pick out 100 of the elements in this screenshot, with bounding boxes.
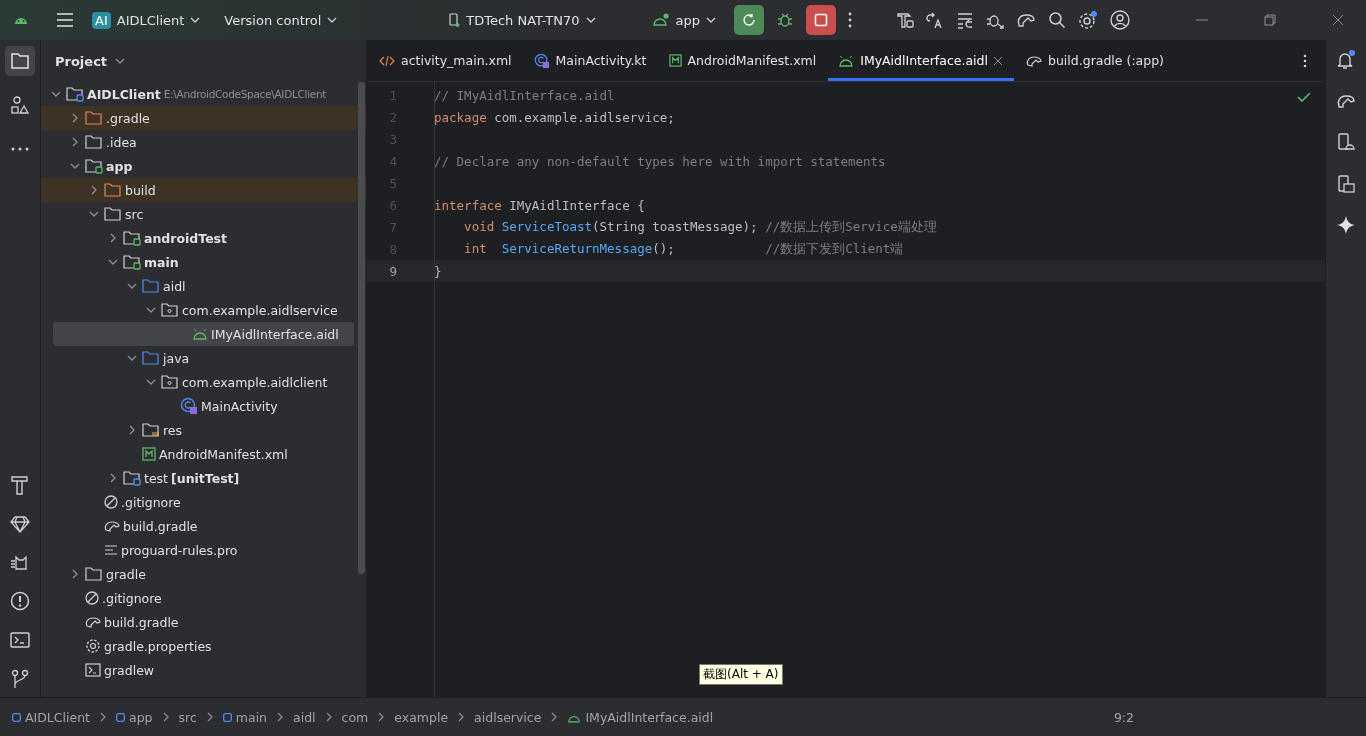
chevron-icon[interactable] (70, 137, 80, 147)
run-config-dropdown[interactable]: app (645, 8, 722, 32)
tree-label: src (125, 206, 144, 222)
chevron-icon[interactable] (108, 257, 118, 267)
chevron-icon[interactable] (146, 305, 156, 315)
tree-item[interactable]: AndroidManifest.xml (41, 442, 366, 466)
close-icon[interactable] (1332, 14, 1344, 26)
tree-item[interactable]: gradlew (41, 658, 366, 682)
folder-icon (142, 350, 160, 366)
tree-item[interactable]: .idea (41, 130, 366, 154)
chevron-icon (325, 712, 332, 722)
search-icon[interactable] (1048, 11, 1066, 29)
tree-item[interactable]: gradle.properties (41, 634, 366, 658)
translate-icon[interactable] (926, 11, 944, 29)
tree-item[interactable]: build.gradle (41, 514, 366, 538)
settings-icon[interactable] (1078, 10, 1098, 30)
tree-item[interactable]: app (41, 154, 366, 178)
tree-item[interactable]: main (41, 250, 366, 274)
editor-tab[interactable]: MainActivity.kt (533, 40, 669, 81)
breadcrumb[interactable]: IMyAidlInterface.aidl (567, 709, 714, 725)
tree-item[interactable]: MainActivity (41, 394, 366, 418)
close-icon[interactable] (994, 56, 1002, 65)
sparkle-icon[interactable] (1337, 216, 1355, 234)
breadcrumb[interactable]: AIDLClient (12, 709, 90, 725)
terminal-icon[interactable] (10, 631, 30, 649)
cat-icon[interactable] (10, 553, 30, 571)
tree-item[interactable]: build (41, 178, 366, 202)
tree-item[interactable]: res (41, 418, 366, 442)
chevron-icon[interactable] (70, 569, 80, 579)
tree-label: build.gradle (104, 614, 179, 630)
code-line: void ServiceToast(String toastMessage); //数据上传到Service端处理 (463, 218, 937, 236)
breadcrumb[interactable]: aidlservice (474, 709, 542, 725)
warning-icon[interactable] (10, 591, 30, 611)
chevron-icon[interactable] (127, 425, 137, 435)
chevron-icon[interactable] (146, 377, 156, 387)
folder-icon[interactable] (5, 46, 35, 76)
chevron-icon[interactable] (108, 233, 118, 243)
tree-item[interactable]: .gitignore (41, 586, 366, 610)
stop-button[interactable] (806, 5, 836, 35)
tree-item[interactable]: gradle (41, 562, 366, 586)
chevron-icon[interactable] (51, 89, 61, 99)
tree-label: com.example.aidlclient (182, 374, 328, 390)
branch-icon[interactable] (11, 669, 29, 689)
folder-icon (85, 566, 103, 582)
chevron-icon[interactable] (108, 473, 118, 483)
tree-item[interactable]: src (41, 202, 366, 226)
tree-item[interactable]: .gitignore (41, 490, 366, 514)
tree-item[interactable]: java (41, 346, 366, 370)
tree-item[interactable]: AIDLClient E:\AndroidCodeSpace\AIDLClient (41, 82, 366, 106)
hammer-icon[interactable] (896, 11, 914, 29)
tree-item[interactable]: .gradle (41, 106, 366, 130)
folder-icon (66, 86, 84, 102)
code-line: package com.example.aidlservice; (434, 109, 675, 125)
chevron-icon[interactable] (89, 185, 99, 195)
breadcrumb[interactable]: app (116, 709, 153, 725)
tree-item[interactable]: test [unitTest] (41, 466, 366, 490)
tree-item[interactable]: com.example.aidlclient (41, 370, 366, 394)
chevron-icon[interactable] (127, 353, 137, 363)
device-icon[interactable] (1337, 132, 1355, 152)
breadcrumb[interactable]: aidl (293, 709, 316, 725)
tree-item[interactable]: IMyAidlInterface.aidl (53, 322, 354, 346)
tree-item[interactable]: androidTest (41, 226, 366, 250)
editor-tab[interactable]: IMyAidlInterface.aidl (828, 40, 1014, 81)
breadcrumb[interactable]: src (178, 709, 197, 725)
editor-tab[interactable]: activity_main.xml (379, 40, 534, 81)
tree-item[interactable]: build.gradle (41, 610, 366, 634)
chevron-icon[interactable] (70, 161, 80, 171)
breadcrumb[interactable]: com (341, 709, 369, 725)
scrollbar[interactable] (358, 82, 365, 574)
class-icon (180, 397, 198, 415)
tree-item[interactable]: aidl (41, 274, 366, 298)
list-icon[interactable] (956, 11, 974, 29)
check-icon (1297, 92, 1311, 102)
menu-icon[interactable] (56, 13, 74, 27)
chevron-icon[interactable] (70, 113, 80, 123)
tree-item[interactable]: proguard-rules.pro (41, 538, 366, 562)
caret-position[interactable]: 9:2 (1113, 709, 1134, 725)
editor-tab[interactable]: build.gradle (:app) (1026, 40, 1186, 81)
bug-icon[interactable] (776, 11, 794, 29)
device-dropdown[interactable]: TDTech NAT-TN70 (443, 8, 602, 32)
tree-item[interactable]: com.example.aidlservice (41, 298, 366, 322)
breadcrumb[interactable]: main (222, 709, 268, 725)
phone-icon (449, 13, 461, 27)
more-icon[interactable] (848, 12, 852, 28)
restore-icon[interactable] (1264, 14, 1276, 26)
hammer-icon[interactable] (11, 475, 29, 495)
chevron-icon (190, 17, 201, 23)
project-switcher-dropdown[interactable]: AI AIDLClient (86, 7, 207, 33)
gem-icon[interactable] (10, 515, 30, 533)
rerun-button[interactable] (734, 5, 764, 35)
android-icon[interactable] (14, 15, 28, 25)
chevron-icon[interactable] (89, 209, 99, 219)
chevron-icon[interactable] (127, 281, 137, 291)
more-icon[interactable] (1303, 53, 1307, 68)
breadcrumb[interactable]: example (394, 709, 449, 725)
bell-icon[interactable] (1336, 50, 1356, 70)
view-mode-dropdown[interactable]: Project (49, 52, 132, 70)
account-icon[interactable] (1110, 10, 1130, 30)
device-icon[interactable] (1337, 174, 1355, 194)
version-control-dropdown[interactable]: Version control (218, 8, 344, 32)
